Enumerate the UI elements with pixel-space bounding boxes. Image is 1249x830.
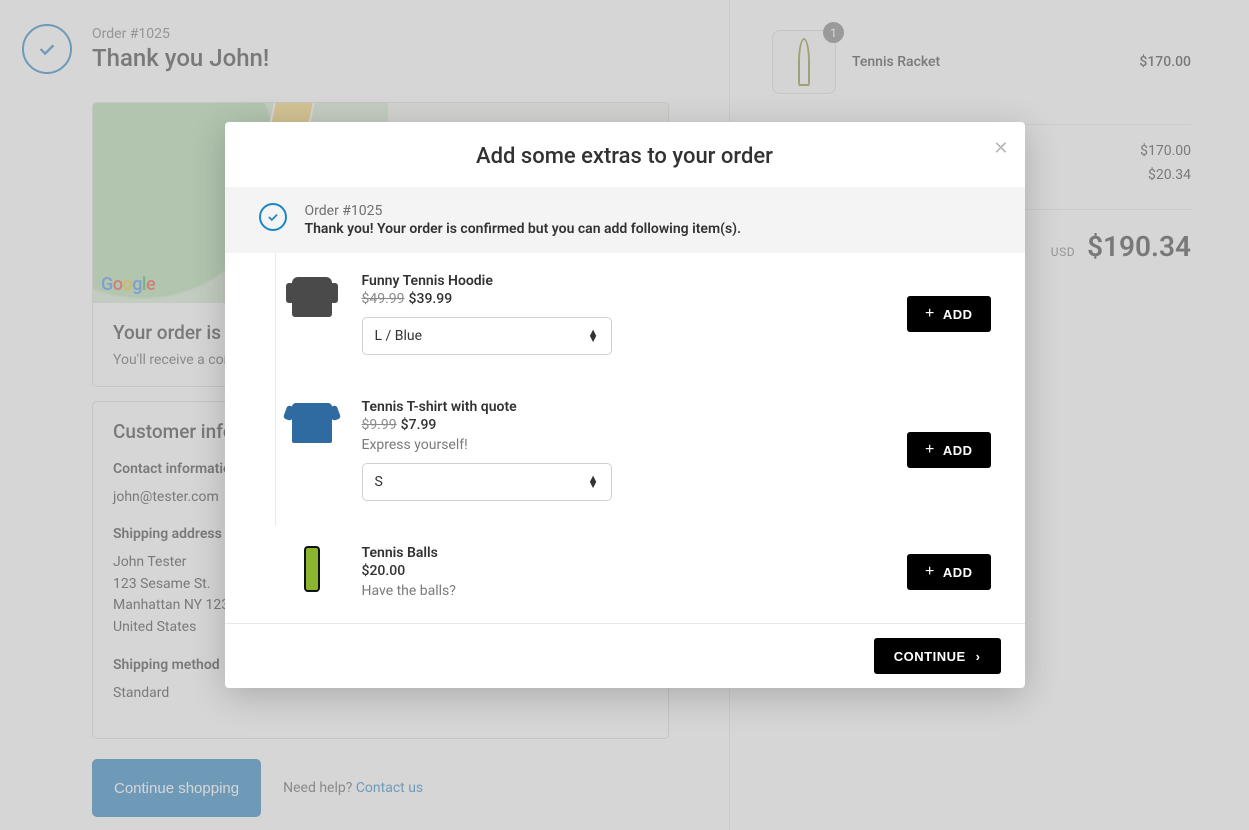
add-button[interactable]: + ADD (907, 554, 991, 590)
upsell-thumbnail (288, 273, 336, 321)
chevron-sort-icon: ▲▼ (588, 476, 599, 488)
modal-banner: Order #1025 Thank you! Your order is con… (225, 187, 1025, 253)
checkmark-circle-icon (259, 203, 287, 231)
close-icon[interactable]: ✕ (993, 138, 1008, 159)
add-label: ADD (943, 565, 973, 580)
upsell-description: Express yourself! (362, 437, 881, 453)
upsell-thumbnail (288, 399, 336, 447)
upsell-name: Tennis T-shirt with quote (362, 399, 881, 415)
upsell-price: $20.00 (362, 563, 406, 579)
plus-icon: + (925, 563, 935, 581)
add-button[interactable]: + ADD (907, 432, 991, 468)
upsell-old-price: $9.99 (362, 417, 397, 433)
modal-title: Add some extras to your order (249, 144, 1001, 169)
chevron-right-icon: › (976, 649, 981, 664)
variant-select[interactable]: S ▲▼ (362, 463, 612, 501)
upsell-name: Tennis Balls (362, 545, 881, 561)
chevron-sort-icon: ▲▼ (588, 330, 599, 342)
upsell-price: $7.99 (401, 417, 437, 433)
continue-label: CONTINUE (894, 649, 966, 664)
upsell-item: Funny Tennis Hoodie $49.99$39.99 L / Blu… (275, 253, 991, 379)
add-button[interactable]: + ADD (907, 296, 991, 332)
modal-banner-message: Thank you! Your order is confirmed but y… (305, 221, 742, 237)
variant-value: L / Blue (375, 328, 423, 344)
upsell-item: Tennis T-shirt with quote $9.99$7.99 Exp… (275, 379, 991, 525)
upsell-name: Funny Tennis Hoodie (362, 273, 881, 289)
modal-overlay[interactable]: Add some extras to your order ✕ Order #1… (0, 0, 1249, 830)
upsell-price: $39.99 (409, 291, 453, 307)
upsell-old-price: $49.99 (362, 291, 405, 307)
modal-footer: CONTINUE › (225, 623, 1025, 688)
upsell-item: Tennis Balls $20.00 Have the balls? + ADD (275, 525, 991, 623)
variant-select[interactable]: L / Blue ▲▼ (362, 317, 612, 355)
plus-icon: + (925, 441, 935, 459)
upsell-thumbnail (288, 545, 336, 593)
add-label: ADD (943, 307, 973, 322)
modal-order-number: Order #1025 (305, 203, 742, 219)
upsell-list: Funny Tennis Hoodie $49.99$39.99 L / Blu… (225, 253, 1025, 623)
upsell-modal: Add some extras to your order ✕ Order #1… (225, 122, 1025, 688)
continue-button[interactable]: CONTINUE › (874, 638, 1001, 674)
plus-icon: + (925, 305, 935, 323)
add-label: ADD (943, 443, 973, 458)
upsell-description: Have the balls? (362, 583, 881, 599)
variant-value: S (375, 474, 383, 490)
